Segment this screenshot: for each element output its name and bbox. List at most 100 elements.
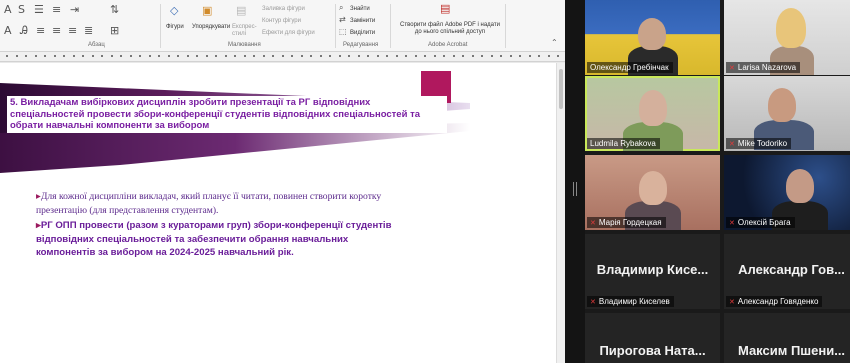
video-gallery: Олександр Гребінчак ✕ Larisa Nazarova Lud… [585, 0, 850, 363]
find-button[interactable]: Знайти [350, 6, 370, 12]
participant-tile[interactable]: Олександр Гребінчак [585, 0, 720, 75]
ruler-tick [376, 55, 379, 57]
ruler-tick [34, 55, 37, 57]
ruler-tick [471, 55, 474, 57]
vertical-scrollbar[interactable] [556, 63, 565, 363]
text-direction-icon[interactable]: ⇅ [110, 3, 119, 16]
participant-name: Александр Говяденко [737, 297, 819, 306]
align-center-icon[interactable]: ≡ [52, 24, 61, 37]
ruler-tick [63, 55, 65, 57]
group-drawing: Малювання [228, 42, 261, 48]
shapes-icon[interactable]: ◇ [170, 4, 178, 17]
clear-format-icon[interactable]: Ꭿ [20, 24, 28, 38]
shape-fill-button[interactable]: Заливка фігури [262, 6, 305, 12]
ruler-tick [158, 55, 160, 57]
highlight-icon[interactable]: A [4, 24, 12, 37]
ruler-tick [139, 55, 141, 57]
shape-outline-button[interactable]: Контур фігури [262, 18, 301, 24]
align-left-icon[interactable]: ≡ [36, 24, 45, 37]
shapes-button[interactable]: Фігури [166, 24, 184, 30]
text-shadow-icon[interactable]: S [18, 3, 25, 16]
participant-tile-no-video[interactable]: Александр Гов... ✕ Александр Говяденко [724, 234, 850, 309]
participant-nametag: ✕ Владимир Киселев [587, 296, 674, 307]
arrange-button[interactable]: Упорядкувати [192, 24, 230, 30]
ruler-tick [405, 55, 407, 57]
numbering-icon[interactable]: ≡ [52, 3, 61, 16]
ruler-tick [272, 55, 274, 57]
scrollbar-thumb[interactable] [559, 69, 563, 109]
participant-tile-no-video[interactable]: Пирогова Ната... [585, 313, 720, 363]
indent-icon[interactable]: ⇥ [70, 3, 79, 16]
font-color-icon[interactable]: A [4, 3, 12, 16]
ruler-tick [386, 55, 388, 57]
bullets-icon[interactable]: ☰ [34, 3, 44, 16]
quick-styles-icon[interactable]: ▤ [236, 4, 246, 17]
ruler-tick [82, 55, 84, 57]
participant-name: Mike Todoriko [737, 139, 788, 148]
participant-display-name: Александр Гов... [738, 262, 845, 277]
ruler-tick [319, 55, 322, 57]
justify-icon[interactable]: ≣ [84, 24, 93, 37]
bullet-item-1[interactable]: ▸Для кожної дисципліни викладач, який пл… [36, 190, 396, 217]
adobe-pdf-button[interactable]: Створити файл Adobe PDF і надати до ньог… [400, 22, 500, 36]
participant-tile[interactable]: ✕ Марія Гордецкая [585, 155, 720, 230]
participant-name: Ludmila Rybakova [587, 138, 660, 149]
replace-button[interactable]: Замінити [350, 18, 375, 24]
ruler-tick [15, 55, 18, 57]
ruler-tick [310, 55, 312, 57]
ruler-tick [129, 55, 132, 57]
mic-off-icon: ✕ [590, 219, 596, 227]
ruler-tick [186, 55, 189, 57]
ruler-tick [547, 55, 550, 57]
splitter-handle-icon[interactable] [573, 182, 577, 196]
bullet-item-2[interactable]: ▸РГ ОПП провести (разом з кураторами гру… [36, 219, 406, 260]
ruler-tick [253, 55, 255, 57]
ruler-tick [110, 55, 113, 57]
participant-tile[interactable]: ✕ Mike Todoriko [724, 76, 850, 151]
select-button[interactable]: Виділити [350, 30, 375, 36]
ruler-tick [44, 55, 46, 57]
participant-nametag: ✕ Александр Говяденко [726, 296, 823, 307]
participant-display-name: Пирогова Ната... [599, 343, 706, 358]
view-splitter[interactable] [565, 0, 585, 363]
ruler-tick [424, 55, 426, 57]
quick-styles-button[interactable]: Експрес-стилі [232, 24, 260, 38]
ruler-tick [25, 55, 27, 57]
adobe-pdf-icon[interactable]: ▤ [440, 2, 450, 15]
ruler-tick [414, 55, 417, 57]
participant-tile-active-speaker[interactable]: Ludmila Rybakova [585, 76, 720, 151]
align-right-icon[interactable]: ≡ [68, 24, 77, 37]
participant-display-name: Максим Пшени... [737, 343, 846, 358]
ruler-tick [281, 55, 284, 57]
participant-tile-no-video[interactable]: Владимир Кисе... ✕ Владимир Киселев [585, 234, 720, 309]
find-icon[interactable]: ⌕ [339, 3, 343, 13]
ruler-tick [557, 55, 559, 57]
participant-tile[interactable]: ✕ Larisa Nazarova [724, 0, 850, 75]
ruler-tick [348, 55, 350, 57]
replace-icon[interactable]: ⇄ [339, 15, 346, 24]
collapse-ribbon-icon[interactable]: ⌃ [551, 38, 558, 47]
slide-heading[interactable]: 5. Викладачам вибіркових дисциплін зроби… [7, 96, 447, 133]
ruler-tick [433, 55, 436, 57]
bullet-1-text: Для кожної дисципліни викладач, який пла… [36, 191, 382, 216]
ruler-tick [490, 55, 493, 57]
ruler-tick [357, 55, 360, 57]
ruler-tick [443, 55, 445, 57]
smartart-icon[interactable]: ⊞ [110, 24, 119, 37]
mic-off-icon: ✕ [590, 298, 596, 306]
ruler-tick [148, 55, 151, 57]
participant-nametag: ✕ Марія Гордецкая [587, 217, 666, 228]
participant-tile-no-video[interactable]: Максим Пшени... [724, 313, 850, 363]
bullet-2-text: РГ ОПП провести (разом з кураторами груп… [36, 220, 392, 258]
ribbon: A S ☰ ≡ ⇥ A Ꭿ ≡ ≡ ≡ ≣ ⇅ ⊞ Абзац ◇ Фігури… [0, 0, 565, 52]
shape-effects-button[interactable]: Ефекти для фігури [262, 30, 315, 36]
horizontal-ruler [0, 52, 565, 62]
ruler-tick [291, 55, 293, 57]
group-editing: Редагування [343, 42, 379, 48]
participant-tile[interactable]: ✕ Олексій Брага [724, 155, 850, 230]
group-paragraph: Абзац [88, 42, 105, 48]
arrange-icon[interactable]: ▣ [202, 4, 212, 17]
mic-off-icon: ✕ [729, 298, 735, 306]
select-icon[interactable]: ⬚ [339, 27, 347, 36]
participant-name: Владимир Киселев [598, 297, 670, 306]
